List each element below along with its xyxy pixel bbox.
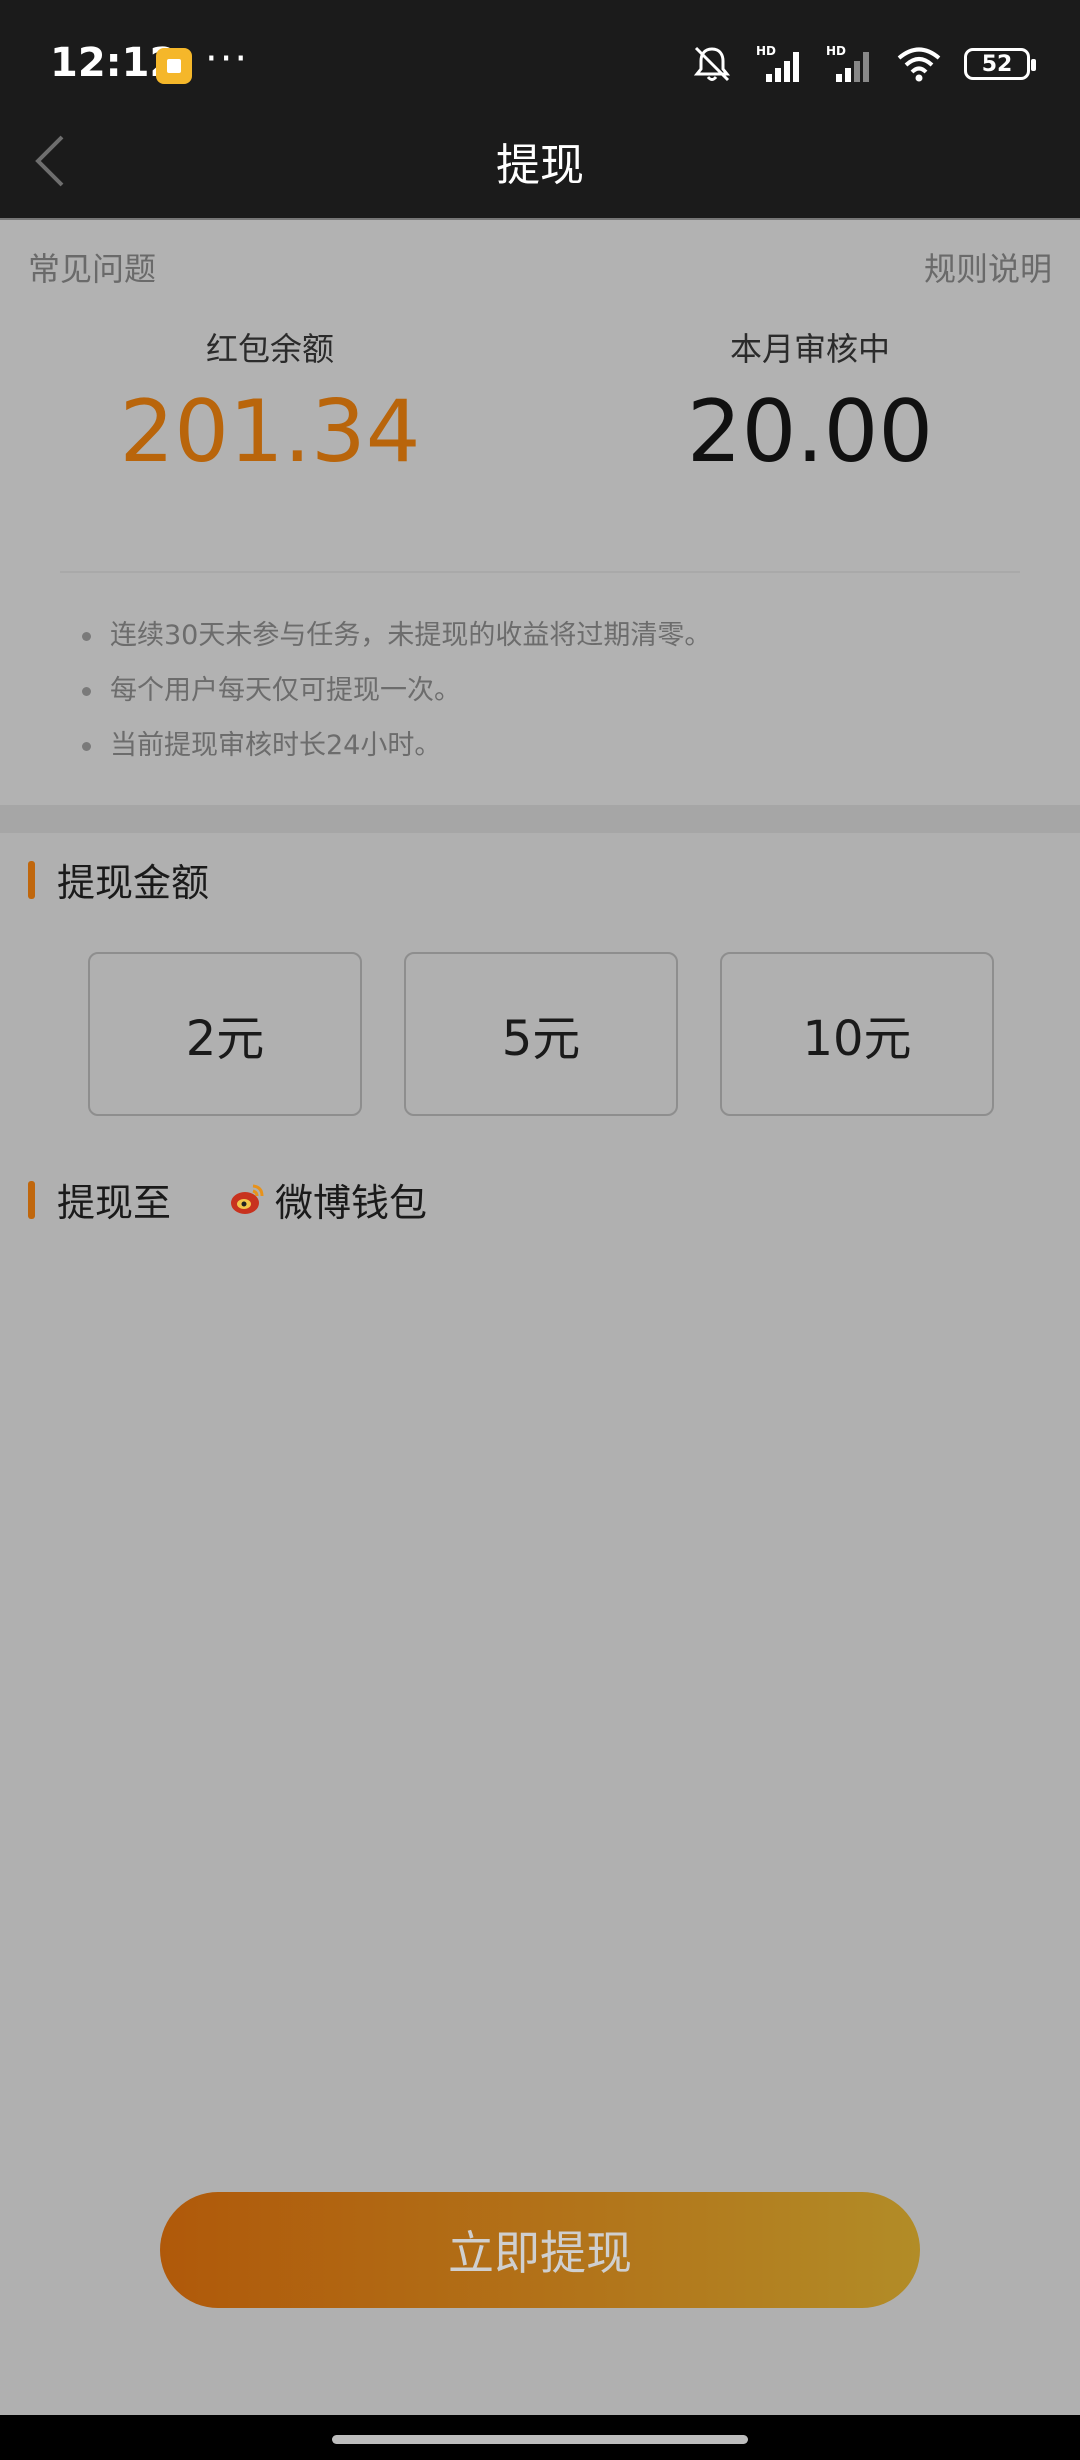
amount-title-text: 提现金额 xyxy=(57,861,210,905)
gesture-bar xyxy=(0,2415,1080,2460)
signal-hd-icon: HD xyxy=(756,44,804,84)
wifi-icon xyxy=(896,45,942,83)
destination-section-title: 提现至 微博钱包 xyxy=(28,1172,427,1227)
status-icons: HD HD 52 xyxy=(690,44,1036,84)
balance-value: 201.34 xyxy=(119,382,421,482)
battery-icon: 52 xyxy=(964,48,1036,80)
svg-text:HD: HD xyxy=(756,44,776,58)
wallet-name: 微博钱包 xyxy=(275,1181,428,1225)
section-marker xyxy=(28,860,35,899)
page-title: 提现 xyxy=(496,140,584,191)
nav-bar: 提现 xyxy=(0,95,1080,220)
note-item: 当前提现审核时长24小时。 xyxy=(82,724,711,779)
more-notifications-icon: ··· xyxy=(205,36,250,82)
amount-section-title: 提现金额 xyxy=(28,852,209,907)
weibo-wallet-icon xyxy=(229,1182,265,1218)
notes-list: 连续30天未参与任务，未提现的收益将过期清零。 每个用户每天仅可提现一次。 当前… xyxy=(82,614,711,779)
section-divider xyxy=(0,805,1080,833)
wallet-selector[interactable]: 微博钱包 xyxy=(229,1172,427,1227)
pending-label: 本月审核中 xyxy=(729,330,890,368)
svg-text:HD: HD xyxy=(826,44,846,58)
balance-block: 红包余额 201.34 xyxy=(0,324,540,482)
rules-link[interactable]: 规则说明 xyxy=(924,244,1052,290)
faq-link[interactable]: 常见问题 xyxy=(28,244,156,290)
amount-option-5[interactable]: 5元 xyxy=(404,952,678,1116)
withdraw-button[interactable]: 立即提现 xyxy=(160,2192,920,2308)
signal-hd-icon: HD xyxy=(826,44,874,84)
note-item: 连续30天未参与任务，未提现的收益将过期清零。 xyxy=(82,614,711,669)
app-notification-icon xyxy=(156,48,192,84)
amount-option-2[interactable]: 2元 xyxy=(88,952,362,1116)
home-indicator[interactable] xyxy=(332,2435,748,2444)
balance-panel: 常见问题 规则说明 红包余额 201.34 本月审核中 20.00 连续30天未… xyxy=(0,220,1080,805)
balance-label: 红包余额 xyxy=(205,330,334,368)
note-item: 每个用户每天仅可提现一次。 xyxy=(82,669,711,724)
amount-option-10[interactable]: 10元 xyxy=(720,952,994,1116)
pending-value: 20.00 xyxy=(686,382,934,482)
pending-block: 本月审核中 20.00 xyxy=(540,324,1080,482)
section-marker xyxy=(28,1180,35,1219)
amount-options: 2元 5元 10元 xyxy=(88,952,994,1116)
mute-icon xyxy=(690,44,734,84)
destination-title-text: 提现至 xyxy=(57,1181,172,1225)
divider xyxy=(60,571,1020,573)
